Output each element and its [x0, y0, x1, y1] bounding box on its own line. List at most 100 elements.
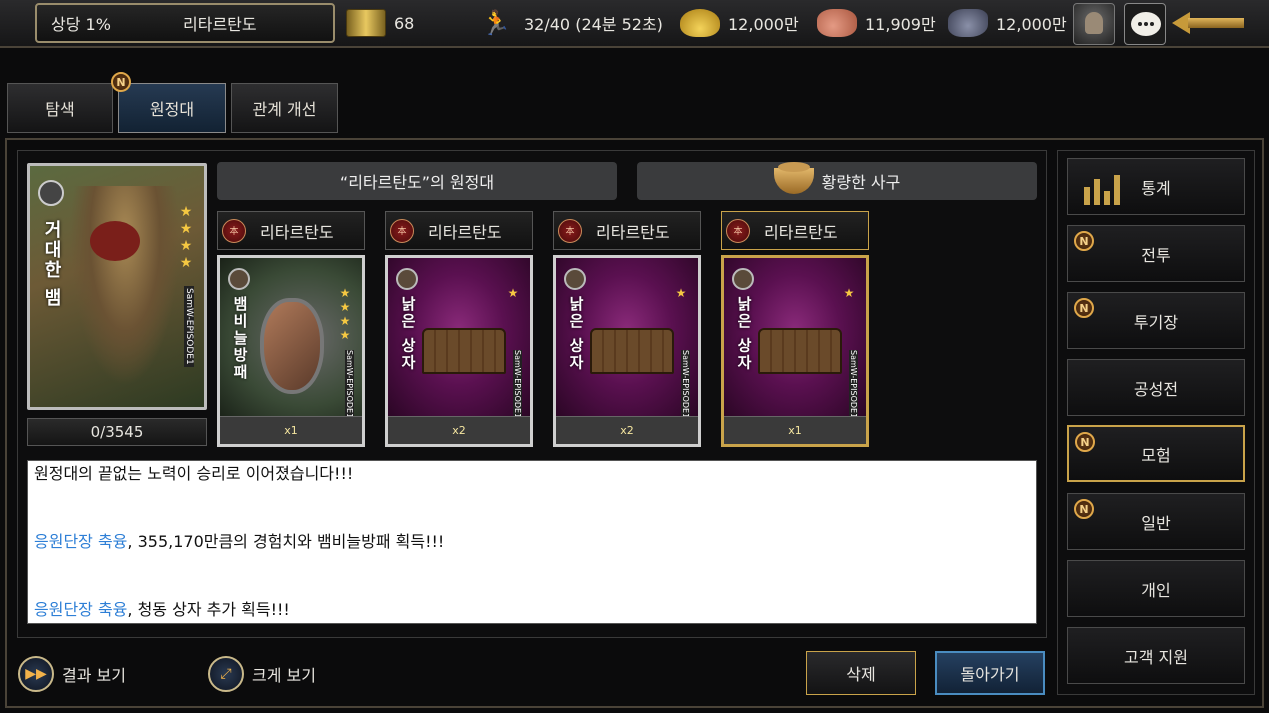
new-badge: N [1074, 298, 1094, 318]
member-header[interactable]: 本 리타르탄도 [217, 211, 365, 250]
side-item-label: 일반 [1141, 513, 1171, 533]
ore-value: 12,000만 [996, 15, 1067, 34]
side-item-label: 개인 [1141, 580, 1171, 600]
reward-name: 낡은 상자 [735, 296, 753, 372]
member-header[interactable]: 本 리타르탄도 [553, 211, 701, 250]
member-name: 리타르탄도 [764, 222, 838, 242]
leader-card[interactable]: 거대한 뱀 ★ ★ ★ ★ SamW-EPISODE1 [27, 163, 207, 410]
back-label: 돌아가기 [960, 665, 1020, 684]
seal-icon: 本 [558, 218, 582, 243]
chest-icon [590, 328, 674, 374]
arrow-left-icon[interactable] [1172, 12, 1244, 34]
food-resource: 11,909만 [817, 8, 936, 38]
star-rating: ★ [843, 286, 855, 300]
seal-icon: 本 [726, 218, 750, 243]
stamina-value: 32/40 (24분 52초) [524, 15, 663, 34]
ore-icon [948, 9, 988, 37]
reward-qty: x2 [388, 416, 530, 444]
battle-log[interactable]: 원정대의 끝없는 노력이 승리로 이어졌습니다!!! 응원단장 축융, 355,… [27, 460, 1037, 624]
location-name: 황량한 사구 [821, 173, 901, 192]
reward-card[interactable]: 뱀비늘방패 ★ ★ ★ ★ SamW-EPISODE1 x1 [217, 255, 365, 447]
tab-label: 관계 개선 [252, 100, 317, 119]
zoom-view-label: 크게 보기 [252, 666, 316, 685]
star-rating: ★ [675, 286, 687, 300]
side-item-adventure[interactable]: N 모험 [1067, 425, 1245, 482]
log-line: 원정대의 끝없는 노력이 승리로 이어졌습니다!!! [34, 464, 354, 483]
back-button[interactable]: 돌아가기 [935, 651, 1045, 695]
tab-explore[interactable]: 탐색 [7, 83, 113, 133]
chat-bubble-icon [1131, 12, 1161, 36]
reward-card[interactable]: 낡은 상자 ★ SamW-EPISODE1 x2 [385, 255, 533, 447]
scroll-count: 68 [394, 13, 415, 33]
side-item-arena[interactable]: N 투기장 [1067, 292, 1245, 349]
member-header-selected[interactable]: 本 리타르탄도 [721, 211, 869, 250]
star-rating: ★ [507, 286, 519, 300]
result-view-label: 결과 보기 [62, 666, 126, 685]
side-item-support[interactable]: 고객 지원 [1067, 627, 1245, 684]
profile-avatar-button[interactable] [1073, 3, 1115, 45]
side-item-siege[interactable]: 공성전 [1067, 359, 1245, 416]
rank-label: 상당 1% [51, 15, 111, 34]
reward-name: 낡은 상자 [567, 296, 585, 372]
side-item-label: 투기장 [1133, 312, 1179, 332]
gold-resource: 12,000만 [680, 8, 799, 38]
gold-icon [680, 9, 720, 37]
new-badge: N [1075, 432, 1095, 452]
party-title: “리타르탄도”의 원정대 [217, 162, 617, 200]
gold-value: 12,000만 [728, 15, 799, 34]
log-player-link[interactable]: 응원단장 축융 [34, 600, 127, 619]
chest-icon [422, 328, 506, 374]
log-line: 응원단장 축융, 355,170만큼의 경험치와 뱀비늘방패 획득!!! [34, 532, 445, 551]
leader-progress: 0/3545 [27, 418, 207, 446]
tab-label: 탐색 [45, 100, 75, 119]
side-item-label: 전투 [1141, 245, 1171, 265]
ore-resource: 12,000만 [948, 8, 1067, 38]
log-player-link[interactable]: 응원단장 축융 [34, 532, 127, 551]
snake-art [70, 186, 180, 386]
new-badge: N [111, 72, 131, 92]
side-item-personal[interactable]: 개인 [1067, 560, 1245, 617]
log-line: 응원단장 축융, 청동 상자 추가 획득!!! [34, 600, 290, 619]
star-rating: ★ ★ ★ ★ [179, 204, 193, 271]
emblem-icon [396, 268, 418, 290]
seal-icon: 本 [390, 218, 414, 243]
chart-icon [1078, 169, 1124, 207]
reward-card-selected[interactable]: 낡은 상자 ★ SamW-EPISODE1 x1 [721, 255, 869, 447]
stamina-resource: 🏃 32/40 (24분 52초) [476, 8, 663, 38]
card-brand: SamW-EPISODE1 [184, 286, 194, 367]
side-item-stats[interactable]: 통계 [1067, 158, 1245, 215]
runner-icon: 🏃 [481, 9, 511, 37]
scroll-resource: 68 [346, 8, 414, 38]
top-bar: 상당 1% 리타르탄도 68 🏃 32/40 (24분 52초) 12,000만… [0, 0, 1269, 48]
leader-card-name: 거대한 뱀 [41, 220, 62, 309]
side-item-general[interactable]: N 일반 [1067, 493, 1245, 550]
seal-icon: 本 [222, 218, 246, 243]
new-badge: N [1074, 231, 1094, 251]
new-badge: N [1074, 499, 1094, 519]
side-item-label: 고객 지원 [1124, 647, 1188, 667]
reward-qty: x1 [724, 416, 866, 444]
chest-icon [758, 328, 842, 374]
member-name: 리타르탄도 [596, 222, 670, 242]
delete-button[interactable]: 삭제 [806, 651, 916, 695]
tab-expedition[interactable]: 원정대 [118, 83, 226, 133]
tab-label: 원정대 [149, 100, 195, 119]
fast-forward-icon: ▶▶ [18, 656, 54, 692]
player-info[interactable]: 상당 1% 리타르탄도 [35, 3, 335, 43]
emblem-icon [732, 268, 754, 290]
shield-icon [260, 298, 324, 394]
expand-icon: ⤢ [208, 656, 244, 692]
tab-relations[interactable]: 관계 개선 [231, 83, 338, 133]
result-view-button[interactable]: ▶▶ 결과 보기 [18, 656, 126, 692]
zoom-view-button[interactable]: ⤢ 크게 보기 [208, 656, 316, 692]
emblem-icon [228, 268, 250, 290]
member-header[interactable]: 本 리타르탄도 [385, 211, 533, 250]
side-item-battle[interactable]: N 전투 [1067, 225, 1245, 282]
card-brand: SamW-EPISODE1 [849, 350, 858, 419]
member-name: 리타르탄도 [428, 222, 502, 242]
reward-card[interactable]: 낡은 상자 ★ SamW-EPISODE1 x2 [553, 255, 701, 447]
side-item-label: 통계 [1141, 178, 1171, 198]
star-rating: ★ ★ ★ ★ [339, 286, 351, 342]
bowl-icon [773, 162, 814, 194]
chat-button[interactable] [1124, 3, 1166, 45]
